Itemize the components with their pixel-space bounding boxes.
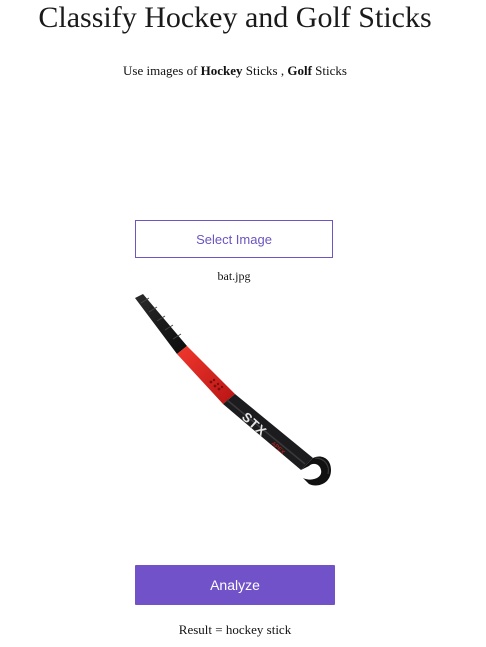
- instructions-prefix: Use images of: [123, 63, 201, 78]
- instructions-text: Use images of Hockey Sticks , Golf Stick…: [0, 62, 470, 80]
- instructions-golf: Golf: [287, 63, 312, 78]
- analyze-button[interactable]: Analyze: [135, 565, 335, 605]
- stick-shaft-red: [177, 346, 235, 404]
- hockey-stick-image: STX APEX: [135, 294, 331, 486]
- result-text: Result = hockey stick: [178, 622, 292, 637]
- stick-grip: [135, 294, 187, 354]
- instructions-middle: Sticks ,: [242, 63, 288, 78]
- image-preview: STX APEX: [135, 294, 335, 494]
- select-image-button[interactable]: Select Image: [135, 220, 333, 258]
- selected-filename: bat.jpg: [217, 269, 251, 283]
- page-title: Classify Hockey and Golf Sticks: [38, 1, 432, 34]
- instructions-hockey: Hockey: [200, 63, 243, 78]
- instructions-suffix: Sticks: [311, 63, 347, 78]
